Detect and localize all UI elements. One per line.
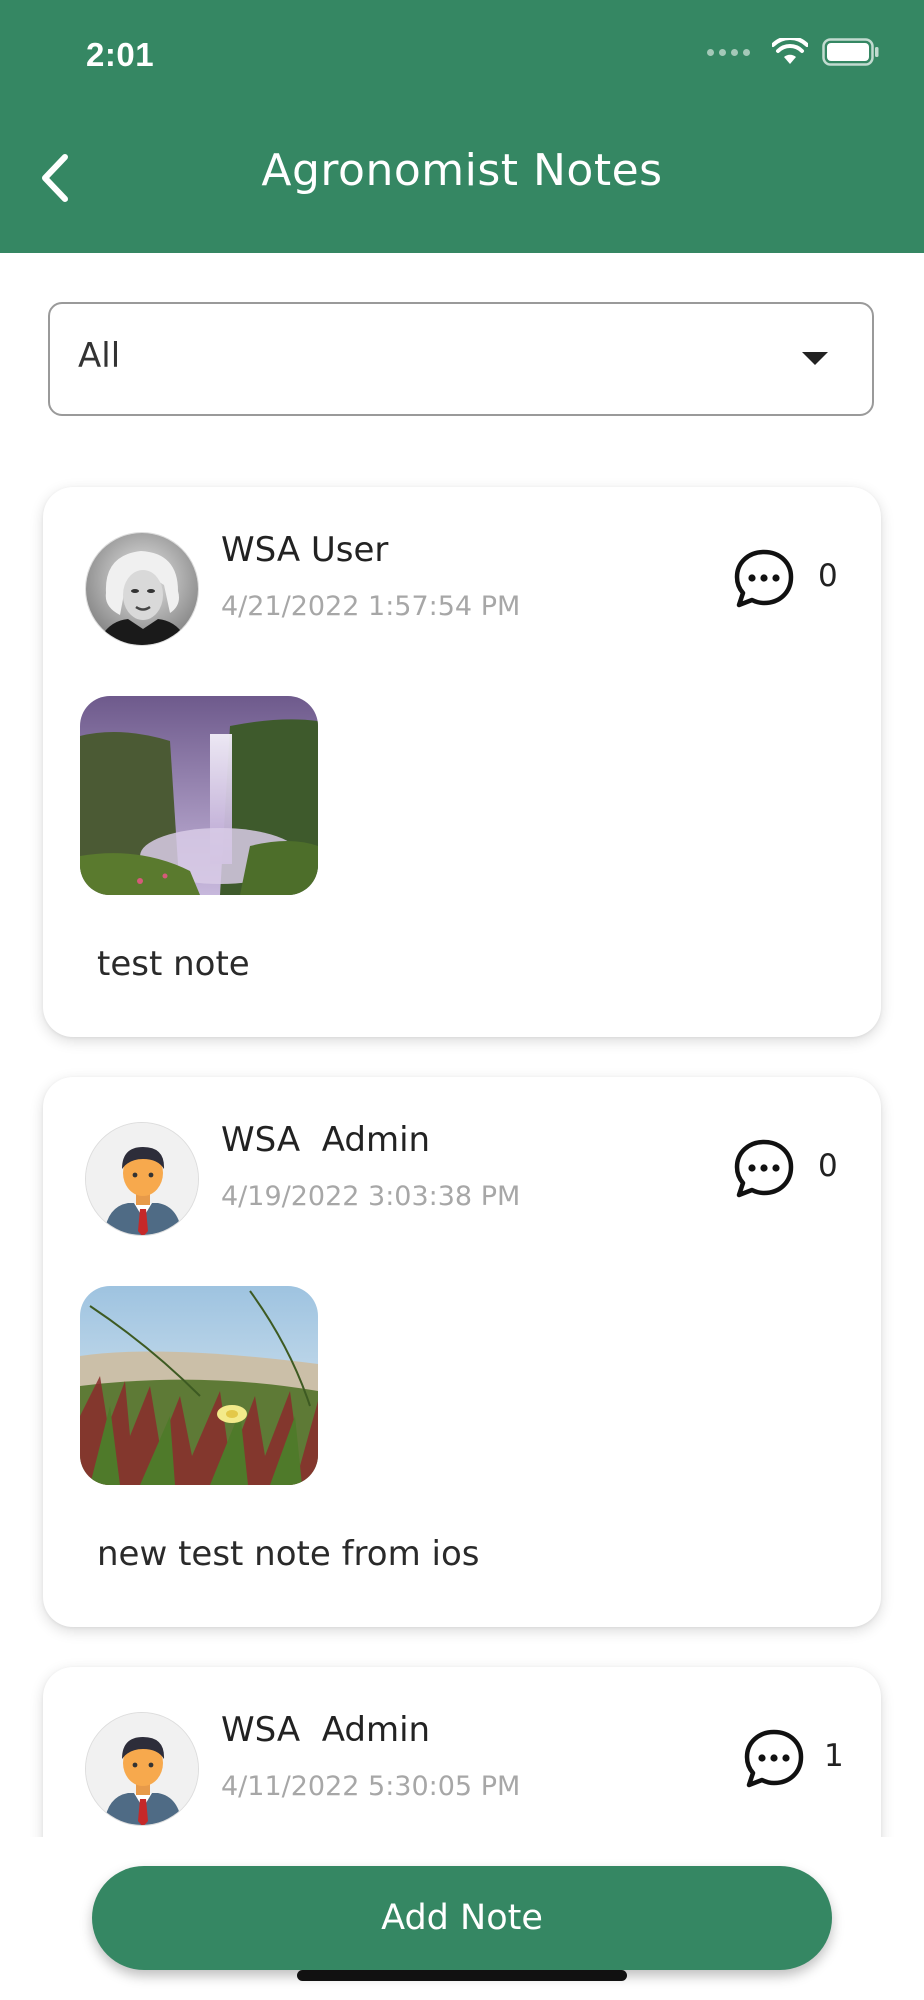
avatar (85, 1122, 199, 1236)
agronomist-notes-screen: 2:01 Agronomist Notes All WSA User 4/21/… (0, 0, 924, 2000)
add-note-button[interactable]: Add Note (92, 1866, 832, 1970)
waterfall-photo (80, 696, 318, 895)
person-avatar-icon (86, 1713, 198, 1825)
avatar (85, 1712, 199, 1826)
portrait-avatar-image (86, 533, 198, 645)
note-author: WSA Admin (221, 1120, 431, 1160)
home-indicator[interactable] (297, 1970, 627, 1981)
note-photo-thumbnail[interactable] (80, 696, 318, 895)
note-author: WSA Admin (221, 1710, 431, 1750)
caret-down-icon (802, 352, 828, 365)
battery-icon (822, 38, 879, 66)
note-timestamp: 4/21/2022 1:57:54 PM (221, 591, 521, 622)
app-header: 2:01 Agronomist Notes (0, 0, 924, 253)
cellular-signal-icon (707, 48, 750, 56)
note-timestamp: 4/19/2022 3:03:38 PM (221, 1181, 521, 1212)
note-photo-thumbnail[interactable] (80, 1286, 318, 1485)
note-text: test note (97, 944, 250, 984)
comment-count: 0 (818, 1148, 838, 1184)
note-timestamp: 4/11/2022 5:30:05 PM (221, 1771, 521, 1802)
notes-feed[interactable]: WSA User 4/21/2022 1:57:54 PM 0 test not… (0, 440, 924, 1837)
comment-count: 0 (818, 558, 838, 594)
note-author: WSA User (221, 530, 389, 570)
comment-icon[interactable] (732, 1137, 796, 1201)
note-card[interactable]: WSA Admin 4/11/2022 5:30:05 PM 1 (43, 1667, 881, 1837)
filter-selected-value: All (78, 336, 121, 376)
comment-icon[interactable] (742, 1727, 806, 1791)
comment-count: 1 (824, 1738, 844, 1774)
person-avatar-icon (86, 1123, 198, 1235)
wifi-icon (772, 38, 808, 64)
note-filter-dropdown[interactable]: All (48, 302, 874, 416)
note-card[interactable]: WSA Admin 4/19/2022 3:03:38 PM 0 new tes… (43, 1077, 881, 1627)
avatar (85, 532, 199, 646)
note-card[interactable]: WSA User 4/21/2022 1:57:54 PM 0 test not… (43, 487, 881, 1037)
note-text: new test note from ios (97, 1534, 480, 1574)
status-time: 2:01 (86, 36, 155, 73)
page-title: Agronomist Notes (261, 145, 663, 196)
grass-flower-photo (80, 1286, 318, 1485)
comment-icon[interactable] (732, 547, 796, 611)
status-icons (707, 38, 880, 66)
